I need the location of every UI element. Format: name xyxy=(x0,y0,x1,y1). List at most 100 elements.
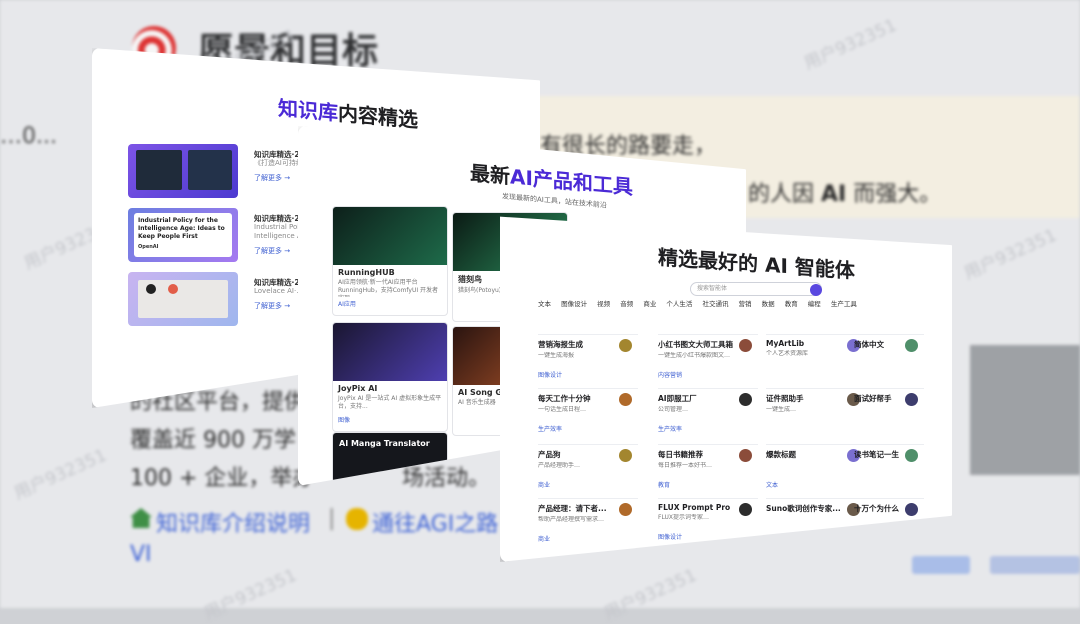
agent-avatar xyxy=(619,339,632,352)
category-tabs: 文本 图像设计 视频 音频 商业 个人生活 社交通讯 营销 数据 教育 编程 生… xyxy=(538,298,928,313)
agent-desc xyxy=(854,406,940,420)
agent-tag: 文本 xyxy=(766,482,779,489)
agent-avatar xyxy=(619,503,632,516)
ai-agents-card[interactable]: 精选最好的 AI 智能体 搜索智能体 文本 图像设计 视频 音频 商业 个人生活… xyxy=(500,216,952,562)
tab-education[interactable]: 教育 xyxy=(785,298,798,308)
agent-card[interactable]: AI即服工厂 公司管理… 生产效率 xyxy=(658,388,758,437)
body-text: 100 + 企业，举办 xyxy=(130,466,315,491)
thumb-title: Industrial Policy for the Intelligence A… xyxy=(138,217,225,240)
agent-avatar xyxy=(739,339,752,352)
side-image xyxy=(970,345,1080,475)
agent-desc: 产品经理助手… xyxy=(538,462,581,469)
watermark: 用户932351 xyxy=(11,445,110,505)
truncated-text: …0... xyxy=(0,124,57,149)
agent-avatar xyxy=(619,393,632,406)
kb-thumb[interactable] xyxy=(128,272,238,326)
agent-tag: 图像设计 xyxy=(538,372,563,379)
agent-desc: 个人艺术资源库 xyxy=(766,350,809,357)
agent-desc: FLUX提示词专家… xyxy=(658,514,709,521)
agent-card[interactable]: 读书笔记一生 xyxy=(854,444,924,493)
search-button[interactable] xyxy=(810,284,822,296)
product-card[interactable]: RunningHUB AI应用领航·新一代AI应用平台 RunningHub，支… xyxy=(332,206,448,316)
kb-intro-link[interactable]: 知识库介绍说明 xyxy=(156,506,310,538)
agent-tag: 商业 xyxy=(538,536,551,543)
agent-desc xyxy=(766,462,852,476)
agent-avatar xyxy=(739,393,752,406)
tab-personal[interactable]: 个人生活 xyxy=(666,298,692,308)
tab-image-design[interactable]: 图像设计 xyxy=(561,298,587,308)
product-name: JoyPix AI xyxy=(338,384,378,393)
watermark: 用户932351 xyxy=(801,15,900,75)
agent-avatar xyxy=(739,503,752,516)
agent-card[interactable]: 每天工作十分钟 一句话生成日程… 生产效率 xyxy=(538,388,638,437)
agent-card[interactable]: 每日书籍推荐 每日推荐一本好书… 教育 xyxy=(658,444,758,493)
body-text: 的人因 AI 而强大。 xyxy=(748,182,942,207)
agent-avatar xyxy=(905,393,918,406)
agent-search-input[interactable]: 搜索智能体 xyxy=(690,282,822,296)
agent-card[interactable]: MyArtLib 个人艺术资源库 xyxy=(766,334,866,383)
agent-card[interactable]: 产品经理：请下者... 帮助产品经理撰写需求… 商业 xyxy=(538,498,638,547)
product-desc: JoyPix AI 是一站式 AI 虚拟形象生成平台，支持... xyxy=(338,395,442,410)
agent-avatar xyxy=(905,449,918,462)
body-text: 覆盖近 900 万学 xyxy=(130,428,296,453)
product-image xyxy=(333,207,447,265)
watermark: 用户932351 xyxy=(601,565,700,624)
book-cover-image xyxy=(188,150,232,190)
agent-desc: 一键生成… xyxy=(766,406,797,413)
house-icon xyxy=(130,508,152,528)
tab-audio[interactable]: 音频 xyxy=(620,298,633,308)
agent-desc: 帮助产品经理撰写需求… xyxy=(538,516,605,523)
product-image xyxy=(333,323,447,381)
product-tag: AI应用 xyxy=(338,301,356,308)
card-title: 最新AI产品和工具 xyxy=(470,160,633,200)
agent-tag: 内容营销 xyxy=(658,372,683,379)
agent-tag: 商业 xyxy=(538,482,551,489)
agent-card[interactable]: 营销海报生成 一键生成海报 图像设计 xyxy=(538,334,638,383)
tab-text[interactable]: 文本 xyxy=(538,298,551,308)
watermark: 用户932351 xyxy=(961,225,1060,285)
tab-productivity[interactable]: 生产工具 xyxy=(831,298,857,308)
tab-marketing[interactable]: 营销 xyxy=(739,298,752,308)
agent-desc: 一句话生成日程… xyxy=(538,406,587,413)
kb-thumb[interactable] xyxy=(128,144,238,198)
tab-social[interactable]: 社交通讯 xyxy=(702,298,728,308)
product-card[interactable]: JoyPix AI JoyPix AI 是一站式 AI 虚拟形象生成平台，支持.… xyxy=(332,322,448,432)
agent-desc: 一键生成海报 xyxy=(538,352,575,359)
kb-thumb[interactable]: Industrial Policy for the Intelligence A… xyxy=(128,208,238,262)
agent-card[interactable]: 小红书图文大师工具箱 一键生成小红书爆款图文… 内容营销 xyxy=(658,334,758,383)
agent-tag: 教育 xyxy=(658,482,671,489)
agent-card[interactable]: 证件照助手 一键生成… xyxy=(766,388,866,437)
fist-icon xyxy=(346,508,368,530)
sparkle-icon xyxy=(168,284,178,294)
agent-card[interactable]: 简体中文 xyxy=(854,334,924,383)
product-tag: 图像 xyxy=(338,417,351,424)
agent-tag: 生产效率 xyxy=(658,426,683,433)
tab-data[interactable]: 数据 xyxy=(762,298,775,308)
agent-card[interactable]: 爆款标题 文本 xyxy=(766,444,866,493)
book-cover-image xyxy=(136,150,182,190)
thumb-brand: OpenAI xyxy=(138,244,159,250)
agi-path-link[interactable]: 通往AGI之路 xyxy=(372,506,498,538)
tab-coding[interactable]: 编程 xyxy=(808,298,821,308)
agent-desc xyxy=(854,352,940,366)
agent-card[interactable]: 面试好帮手 xyxy=(854,388,924,437)
link-separator: | xyxy=(328,506,336,531)
agent-desc: 每日推荐一本好书… xyxy=(658,462,713,469)
agent-avatar xyxy=(905,503,918,516)
card-title: 知识库内容精选 xyxy=(278,95,418,133)
tab-video[interactable]: 视频 xyxy=(597,298,610,308)
product-name: RunningHUB xyxy=(338,268,395,277)
blurred-link xyxy=(990,556,1080,574)
tab-business[interactable]: 商业 xyxy=(643,298,656,308)
card-title: 精选最好的 AI 智能体 xyxy=(658,245,855,283)
agent-avatar xyxy=(619,449,632,462)
ai-logo-icon xyxy=(146,284,156,294)
agent-tag: 生产效率 xyxy=(538,426,563,433)
agent-desc xyxy=(854,462,940,476)
vi-link[interactable]: VI xyxy=(130,542,152,567)
agent-card[interactable]: 产品狗 产品经理助手… 商业 xyxy=(538,444,638,493)
product-desc: AI应用领航·新一代AI应用平台 RunningHub，支持ComfyUI 开发… xyxy=(338,279,439,297)
agent-desc: 一键生成小红书爆款图文… xyxy=(658,352,731,359)
product-name: AI Manga Translator xyxy=(339,439,430,448)
agent-avatar xyxy=(739,449,752,462)
